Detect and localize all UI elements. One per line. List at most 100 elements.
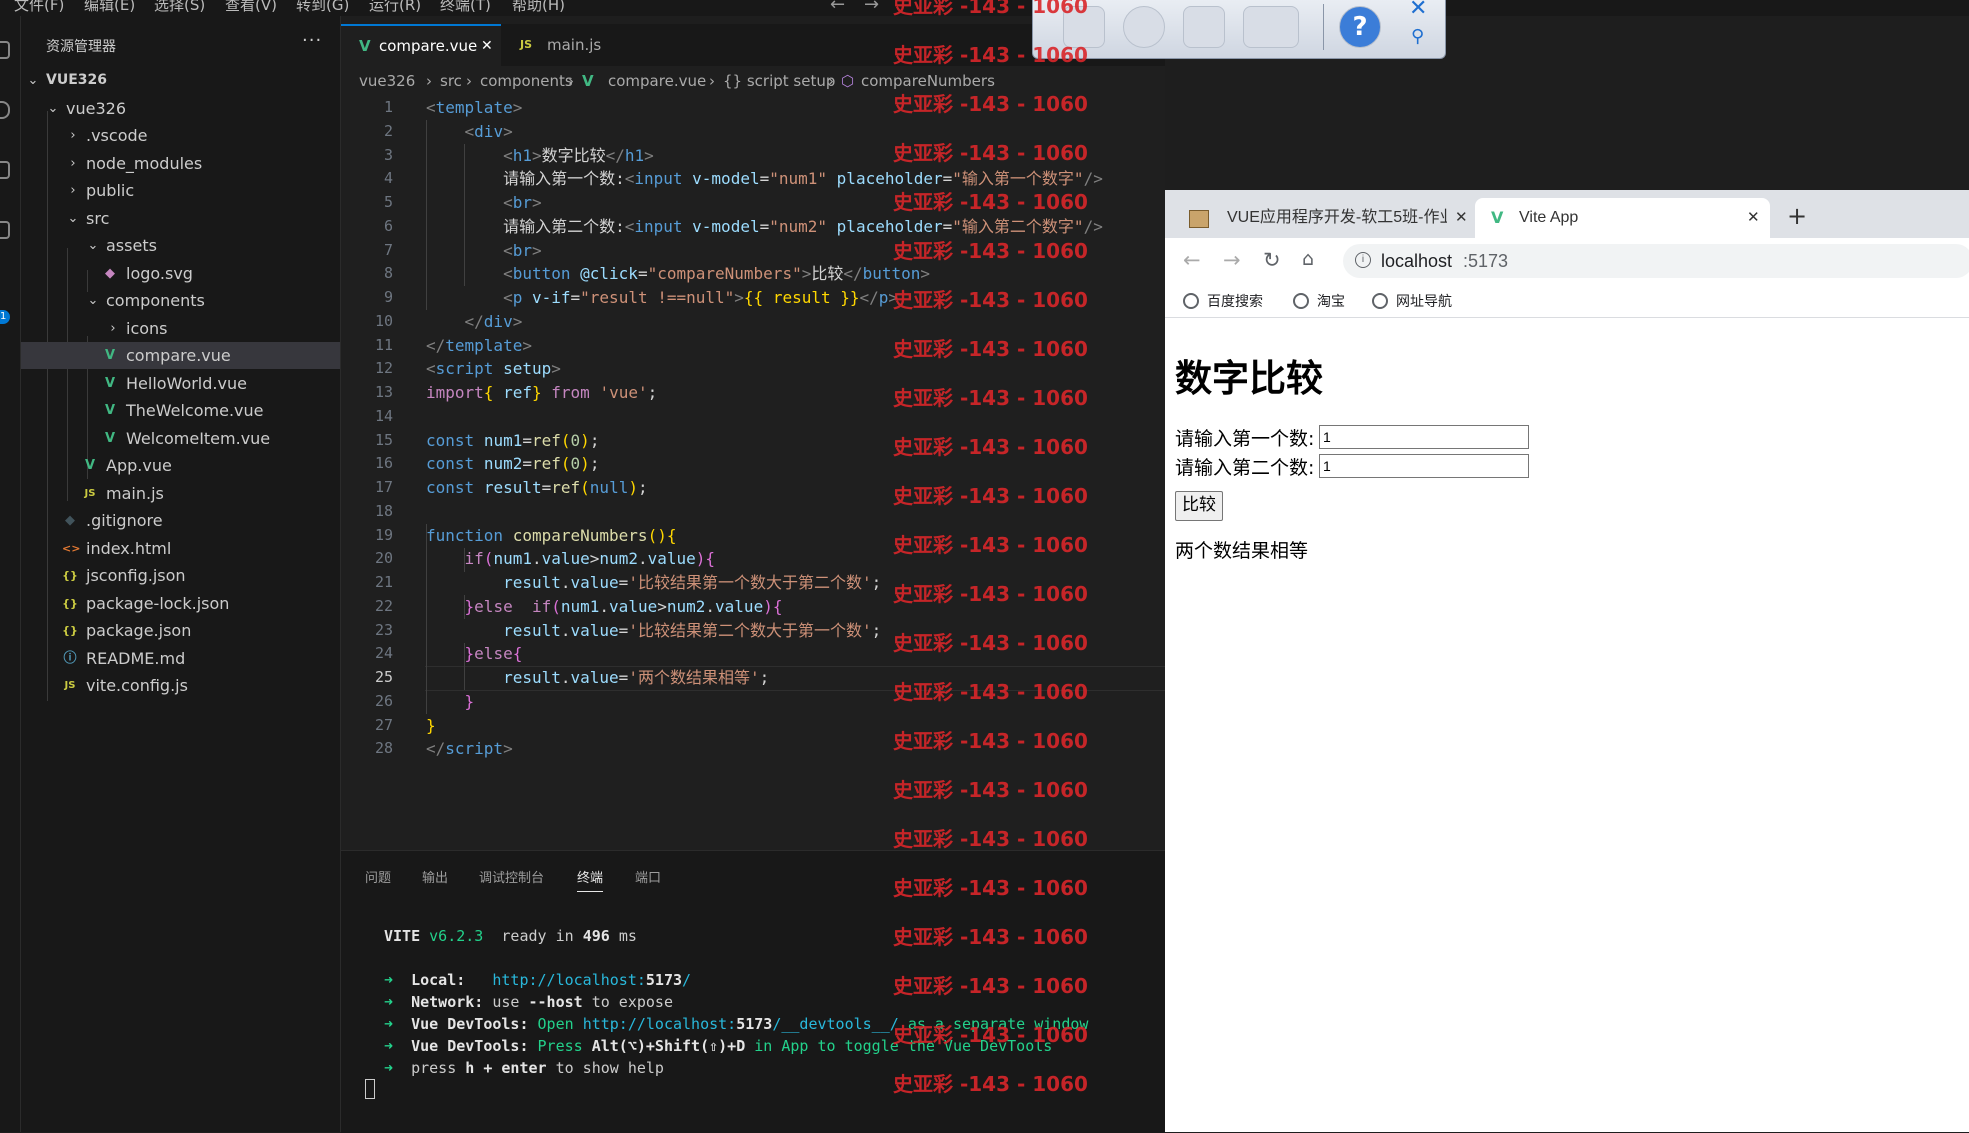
code-line-1: <template> (426, 98, 523, 117)
home-icon[interactable]: ⌂ (1302, 248, 1314, 270)
zoom-icon[interactable] (1243, 6, 1299, 48)
tree-file-package-lock-json[interactable]: {} package-lock.json (21, 590, 340, 617)
tree-root[interactable]: ⌄ VUE326 (21, 67, 340, 94)
tree-file-vite-config-js[interactable]: JS vite.config.js (21, 672, 340, 699)
help-icon[interactable]: ? (1339, 6, 1381, 48)
chevron-down-icon: ⌄ (47, 101, 59, 116)
breadcrumb-item[interactable]: compare.vue (608, 66, 706, 96)
tab-terminal[interactable]: 终端 (577, 867, 604, 892)
tab-debug-console[interactable]: 调试控制台 (479, 867, 544, 886)
tree-file-package-json[interactable]: {} package.json (21, 617, 340, 644)
tree-folder-node-modules[interactable]: › node_modules (21, 150, 340, 177)
js-file-icon: JS (84, 488, 96, 499)
search-icon[interactable] (0, 101, 10, 119)
watermark-text: 史亚彩 -143 - 1060 (893, 1072, 1088, 1096)
watermark-text: 史亚彩 -143 - 1060 (893, 533, 1088, 557)
compare-button[interactable]: 比较 (1175, 491, 1223, 521)
tree-file-readme-md[interactable]: ⓘ README.md (21, 645, 340, 672)
menu-run[interactable]: 运行(R) (369, 0, 421, 15)
tree-file-thewelcome-vue[interactable]: V TheWelcome.vue (21, 397, 340, 424)
watermark-text: 史亚彩 -143 - 1060 (893, 484, 1088, 508)
tree-folder-vue326[interactable]: ⌄ vue326 (21, 95, 340, 122)
code-line-17: const result=ref(null); (426, 478, 648, 497)
pin-icon[interactable]: ⚲ (1411, 26, 1424, 47)
back-icon[interactable]: ← (1183, 248, 1201, 272)
tree-folder-public[interactable]: › public (21, 177, 340, 204)
breadcrumb-item[interactable]: vue326 (359, 66, 415, 96)
bookmark-baidu[interactable]: 百度搜索 (1183, 291, 1263, 311)
tree-file-welcomeitem-vue[interactable]: V WelcomeItem.vue (21, 425, 340, 452)
source-control-icon[interactable] (0, 161, 10, 179)
second-number-input[interactable]: 1 (1319, 454, 1529, 478)
line-number: 7 (383, 240, 393, 259)
code-line-24: }else{ (464, 644, 523, 664)
watermark-text: 史亚彩 -143 - 1060 (893, 288, 1088, 312)
tab-output[interactable]: 输出 (422, 867, 448, 886)
address-port: :5173 (1463, 251, 1509, 271)
tree-file-main-js[interactable]: JS main.js (21, 480, 340, 507)
close-icon[interactable]: ✕ (1409, 0, 1427, 21)
tree-file-helloworld-vue[interactable]: V HelloWorld.vue (21, 370, 340, 397)
tab-label: compare.vue (379, 37, 478, 55)
tree-folder-components[interactable]: ⌄ components (21, 287, 340, 314)
tab-main-js[interactable]: JS main.js (503, 24, 623, 66)
close-icon[interactable]: ✕ (1455, 198, 1468, 238)
tree-item-label: public (86, 181, 135, 200)
result-text: 两个数结果相等 (1175, 540, 1309, 562)
tree-folder-icons[interactable]: › icons (21, 315, 340, 342)
browser-tab-vite-app[interactable]: V Vite App ✕ (1475, 198, 1770, 238)
tree-file-compare-vue[interactable]: Vcompare.vue (21, 342, 340, 369)
comment-icon[interactable] (1123, 6, 1165, 48)
reload-icon[interactable]: ↻ (1263, 248, 1281, 272)
tree-item-label: package-lock.json (86, 594, 230, 613)
tree-item-label: .gitignore (86, 511, 163, 530)
bookmark-taobao[interactable]: 淘宝 (1293, 291, 1345, 311)
code-line-13: import{ ref} from 'vue'; (426, 383, 658, 402)
menu-selection[interactable]: 选择(S) (154, 0, 205, 15)
browser-tab-homework[interactable]: VUE应用程序开发-软工5班-作业 ✕ (1173, 198, 1478, 238)
tree-item-label: icons (126, 319, 168, 338)
menu-view[interactable]: 查看(V) (225, 0, 277, 15)
tab-compare-vue[interactable]: V compare.vue ✕ (341, 24, 501, 66)
web-page: 数字比较 请输入第一个数: 1 请输入第二个数: 1 比较 两个数结果相等 (1165, 318, 1969, 1132)
tree-file-app-vue[interactable]: V App.vue (21, 452, 340, 479)
tree-file-jsconfig-json[interactable]: {} jsconfig.json (21, 562, 340, 589)
nav-forward-icon[interactable]: → (864, 0, 879, 15)
explorer-icon[interactable] (0, 41, 10, 59)
tree-folder-src[interactable]: ⌄ src (21, 205, 340, 232)
code-line-21: result.value='比较结果第一个数大于第二个数'; (503, 573, 882, 592)
terminal-cursor[interactable] (365, 1079, 375, 1099)
bookmark-nav[interactable]: 网址导航 (1372, 291, 1452, 311)
breadcrumb-item[interactable]: src (440, 66, 462, 96)
chevron-right-icon: › (110, 321, 116, 336)
close-icon[interactable]: ✕ (1747, 198, 1760, 238)
breadcrumb-item[interactable]: {} script setup (723, 66, 835, 96)
tree-file-index-html[interactable]: <> index.html (21, 535, 340, 562)
menu-edit[interactable]: 编辑(E) (84, 0, 135, 15)
forward-icon[interactable]: → (1223, 248, 1241, 272)
close-icon[interactable]: ✕ (481, 26, 493, 66)
menu-help[interactable]: 帮助(H) (512, 0, 565, 15)
menu-terminal[interactable]: 终端(T) (440, 0, 491, 15)
document-icon[interactable] (1183, 6, 1225, 48)
address-bar[interactable]: i localhost :5173 (1343, 244, 1969, 278)
tree-item-label: compare.vue (126, 346, 231, 365)
tree-item-label: vue326 (66, 99, 126, 118)
vue-file-icon: V (582, 72, 594, 90)
tree-folder-assets[interactable]: ⌄ assets (21, 232, 340, 259)
breadcrumb-item[interactable]: components (480, 66, 573, 96)
tree-folder-vscode[interactable]: › .vscode (21, 122, 340, 149)
tab-ports[interactable]: 端口 (635, 867, 661, 886)
tab-problems[interactable]: 问题 (365, 867, 391, 886)
first-number-input[interactable]: 1 (1319, 425, 1529, 449)
more-actions-icon[interactable]: ··· (302, 30, 322, 51)
new-tab-button[interactable]: + (1787, 202, 1807, 230)
menu-file[interactable]: 文件(F) (14, 0, 64, 15)
nav-back-icon[interactable]: ← (830, 0, 845, 15)
tree-file-gitignore[interactable]: ◆ .gitignore (21, 507, 340, 534)
info-icon[interactable]: i (1355, 252, 1371, 268)
run-debug-icon[interactable] (0, 221, 10, 239)
menu-go[interactable]: 转到(G) (296, 0, 349, 15)
tree-file-logo-svg[interactable]: ◆ logo.svg (21, 260, 340, 287)
svg-file-icon: ◆ (105, 266, 115, 281)
